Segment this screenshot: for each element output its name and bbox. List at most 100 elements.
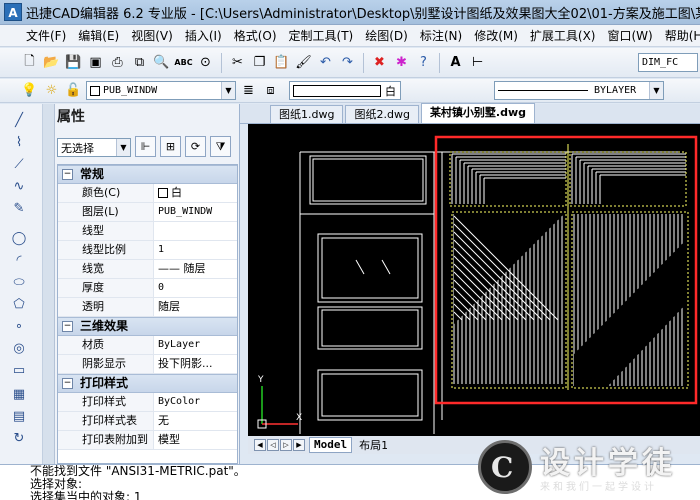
prev-layout-icon[interactable]: ◁	[267, 439, 279, 451]
document-tab[interactable]: 图纸2.dwg	[345, 105, 419, 123]
find-icon[interactable]: 🔍	[152, 53, 171, 72]
drawing-canvas[interactable]: Y X	[248, 124, 700, 436]
property-category[interactable]: − 三维效果	[58, 317, 237, 336]
select-objects-icon[interactable]: ⊞	[160, 136, 181, 157]
layer-previous-icon[interactable]: ⧈	[261, 81, 280, 100]
help-icon[interactable]: ?	[414, 53, 433, 72]
binoculars-icon[interactable]: ⊙	[196, 53, 215, 72]
property-row[interactable]: 打印样式 ByColor	[58, 393, 237, 412]
property-row[interactable]: 打印样式表无	[58, 412, 237, 431]
property-row[interactable]: 阴影显示 投下阴影...	[58, 355, 237, 374]
polygon-icon[interactable]: ⬠	[10, 296, 28, 314]
next-layout-icon[interactable]: ▷	[280, 439, 292, 451]
filter-icon[interactable]: ⧩	[210, 136, 231, 157]
print-icon[interactable]: ⎙	[108, 53, 127, 72]
menu-item[interactable]: 文件(F)	[20, 27, 72, 44]
saveas-icon[interactable]: ▣	[86, 53, 105, 72]
selection-combo[interactable]: 无选择 ▼	[57, 138, 131, 157]
spline-icon[interactable]: ∿	[10, 178, 28, 196]
property-row[interactable]: 打印表附加到 模型	[58, 431, 237, 450]
first-layout-icon[interactable]: ◀	[254, 439, 266, 451]
lock-icon[interactable]: 🔓	[64, 81, 83, 100]
region-icon[interactable]: ▤	[10, 408, 28, 426]
dim-style-combo[interactable]: DIM_FC	[638, 53, 698, 72]
property-value[interactable]: —— 随层	[154, 260, 237, 278]
text-style-icon[interactable]: A	[446, 53, 465, 72]
purge-icon[interactable]: ✱	[392, 53, 411, 72]
paste-icon[interactable]: 📋	[272, 53, 291, 72]
layer-combo[interactable]: PUB_WINDW ▼	[86, 81, 236, 100]
layer-manager-icon[interactable]: ≣	[239, 81, 258, 100]
menu-item[interactable]: 扩展工具(X)	[524, 27, 602, 44]
layout-tab[interactable]: 布局1	[355, 437, 392, 453]
collapse-toggle-icon[interactable]: −	[62, 321, 73, 332]
quick-select-icon[interactable]: ⟳	[185, 136, 206, 157]
print-preview-icon[interactable]: ⧉	[130, 53, 149, 72]
dimension-style-icon[interactable]: ⊢	[468, 53, 487, 72]
property-row[interactable]: 线型	[58, 222, 237, 241]
construction-line-icon[interactable]: ⟋	[10, 156, 28, 174]
menu-item[interactable]: 格式(O)	[228, 27, 283, 44]
arc-icon[interactable]: ◜	[10, 252, 28, 270]
document-tab[interactable]: 某村镇小别墅.dwg	[420, 103, 536, 123]
new-icon[interactable]: 🗋	[20, 53, 39, 72]
property-category[interactable]: − 打印样式	[58, 374, 237, 393]
undo-icon[interactable]: ↶	[316, 53, 335, 72]
donut-icon[interactable]: ◎	[10, 340, 28, 358]
property-row[interactable]: 厚度 0	[58, 279, 237, 298]
property-category[interactable]: − 常规	[58, 165, 237, 184]
layout-tab[interactable]: Model	[309, 437, 353, 453]
lightbulb-icon[interactable]: 💡	[20, 81, 39, 100]
menu-item[interactable]: 帮助(H)	[659, 27, 700, 44]
sun-icon[interactable]: ☼	[42, 81, 61, 100]
collapse-toggle-icon[interactable]: −	[62, 378, 73, 389]
menu-item[interactable]: 编辑(E)	[72, 27, 125, 44]
property-value[interactable]: ByLayer	[154, 336, 237, 354]
polyline-icon[interactable]: ⌇	[10, 134, 28, 152]
property-row[interactable]: 透明 随层	[58, 298, 237, 317]
revcloud-icon[interactable]: ✎	[10, 200, 28, 218]
property-value[interactable]: 模型	[154, 431, 237, 449]
redo-icon[interactable]: ↷	[338, 53, 357, 72]
menu-item[interactable]: 标注(N)	[414, 27, 468, 44]
color-combo[interactable]: 白	[289, 81, 401, 100]
linetype-combo[interactable]: BYLAYER ▼	[494, 81, 664, 100]
panel-grip[interactable]	[43, 104, 55, 464]
erase-icon[interactable]: ✖	[370, 53, 389, 72]
match-properties-icon[interactable]: 🖌	[294, 53, 313, 72]
menu-item[interactable]: 视图(V)	[125, 27, 179, 44]
property-row[interactable]: 颜色(C) 白	[58, 184, 237, 203]
menu-item[interactable]: 定制工具(T)	[283, 27, 360, 44]
property-value[interactable]: 白	[154, 184, 237, 202]
line-icon[interactable]: ╱	[10, 112, 28, 130]
circle-icon[interactable]: ◯	[10, 230, 28, 248]
property-value[interactable]: 投下阴影...	[154, 355, 237, 373]
property-value[interactable]: 无	[154, 412, 237, 430]
ellipse-icon[interactable]: ⬭	[10, 274, 28, 292]
copy-icon[interactable]: ❐	[250, 53, 269, 72]
spellcheck-icon[interactable]: ABC	[174, 53, 193, 72]
property-value[interactable]: PUB_WINDW	[154, 203, 237, 221]
menu-item[interactable]: 窗口(W)	[602, 27, 659, 44]
save-icon[interactable]: 💾	[64, 53, 83, 72]
last-layout-icon[interactable]: ▶	[293, 439, 305, 451]
cut-icon[interactable]: ✂	[228, 53, 247, 72]
property-value[interactable]: ByColor	[154, 393, 237, 411]
menu-item[interactable]: 插入(I)	[179, 27, 228, 44]
menu-item[interactable]: 修改(M)	[468, 27, 524, 44]
hatch-icon[interactable]: ▦	[10, 386, 28, 404]
property-row[interactable]: 线宽 —— 随层	[58, 260, 237, 279]
property-row[interactable]: 材质 ByLayer	[58, 336, 237, 355]
rectangle-icon[interactable]: ▭	[10, 362, 28, 380]
collapse-toggle-icon[interactable]: −	[62, 169, 73, 180]
property-value[interactable]: 1	[154, 241, 237, 259]
menu-item[interactable]: 绘图(D)	[359, 27, 414, 44]
toggle-pickadd-icon[interactable]: ⊩	[135, 136, 156, 157]
property-value[interactable]: 随层	[154, 298, 237, 316]
property-value[interactable]	[154, 222, 237, 240]
point-icon[interactable]: ∘	[10, 318, 28, 336]
property-row[interactable]: 图层(L) PUB_WINDW	[58, 203, 237, 222]
rotate-icon[interactable]: ↻	[10, 430, 28, 448]
property-value[interactable]: 0	[154, 279, 237, 297]
property-row[interactable]: 线型比例 1	[58, 241, 237, 260]
